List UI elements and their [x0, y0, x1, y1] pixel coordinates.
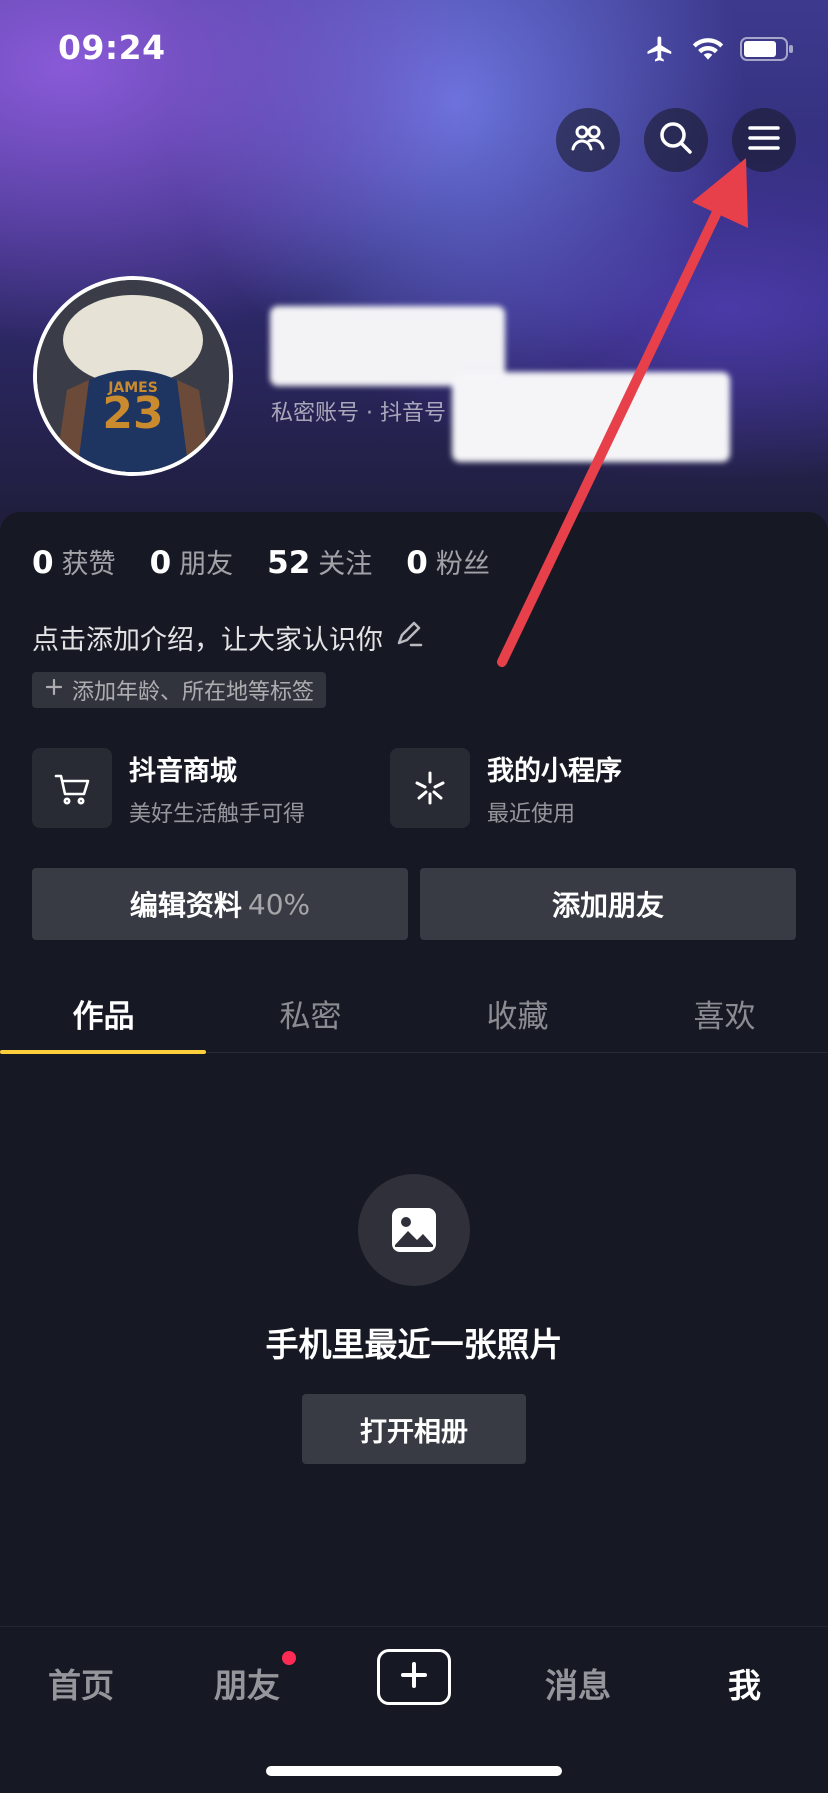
bio-text: 点击添加介绍，让大家认识你 — [32, 625, 383, 656]
battery-icon — [740, 36, 794, 66]
account-info: 私密账号 · 抖音号 — [271, 401, 446, 426]
profile-completion: 40% — [247, 887, 311, 921]
tab-works[interactable]: 作品 — [0, 962, 207, 1052]
stat-followers[interactable]: 0 粉丝 — [406, 542, 490, 581]
home-indicator — [266, 1766, 562, 1776]
nav-friends[interactable]: 朋友 — [214, 1659, 280, 1707]
stat-label: 获赞 — [61, 549, 116, 580]
status-icons — [644, 34, 794, 68]
search-button[interactable] — [644, 108, 708, 172]
notification-dot — [282, 1651, 296, 1665]
content-tabs: 作品 私密 收藏 喜欢 — [0, 962, 828, 1053]
stat-number: 0 — [32, 545, 54, 581]
feature-title: 抖音商城 — [129, 755, 237, 787]
stat-label: 关注 — [318, 549, 373, 580]
account-id-redacted — [452, 372, 730, 462]
wifi-icon — [692, 36, 724, 66]
add-tags-label: 添加年龄、所在地等标签 — [72, 680, 315, 705]
douyin-mall-entry[interactable]: 抖音商城 美好生活触手可得 — [32, 748, 305, 828]
friends-button[interactable] — [556, 108, 620, 172]
status-bar: 09:24 — [0, 0, 828, 100]
empty-state-title: 手机里最近一张照片 — [265, 1325, 563, 1364]
tab-likes[interactable]: 喜欢 — [621, 962, 828, 1052]
edit-profile-button[interactable]: 编辑资料 40% — [32, 868, 408, 940]
search-icon — [657, 119, 695, 161]
bio-edit[interactable]: 点击添加介绍，让大家认识你 — [32, 618, 425, 657]
tab-private[interactable]: 私密 — [207, 962, 414, 1052]
status-time: 09:24 — [58, 28, 166, 67]
add-friends-label: 添加朋友 — [551, 889, 664, 922]
airplane-icon — [644, 34, 676, 68]
friends-icon — [570, 120, 606, 160]
menu-button[interactable] — [732, 108, 796, 172]
plus-icon — [399, 1660, 429, 1694]
add-friends-button[interactable]: 添加朋友 — [420, 868, 796, 940]
nav-me[interactable]: 我 — [728, 1659, 761, 1707]
pencil-icon — [395, 619, 425, 656]
create-button[interactable] — [377, 1649, 451, 1705]
stat-number: 0 — [149, 545, 172, 581]
nav-home[interactable]: 首页 — [48, 1659, 114, 1707]
menu-icon — [747, 123, 781, 157]
mini-programs-entry[interactable]: 我的小程序 最近使用 — [390, 748, 622, 828]
stat-likes[interactable]: 0 获赞 — [32, 542, 116, 581]
stats-row: 0 获赞 0 朋友 52 关注 0 粉丝 — [32, 542, 490, 581]
stat-following[interactable]: 52 关注 — [267, 542, 372, 581]
stat-label: 粉丝 — [435, 549, 490, 580]
svg-text:JAMES: JAMES — [107, 380, 158, 396]
stat-friends[interactable]: 0 朋友 — [150, 542, 234, 581]
stat-number: 0 — [406, 545, 428, 581]
feature-subtitle: 最近使用 — [487, 801, 576, 827]
add-tags-chip[interactable]: 添加年龄、所在地等标签 — [32, 672, 327, 708]
mini-program-icon — [390, 748, 470, 828]
image-icon — [358, 1174, 470, 1286]
feature-title: 我的小程序 — [487, 755, 622, 787]
cart-icon — [32, 748, 112, 828]
stat-number: 52 — [267, 545, 311, 581]
active-tab-indicator — [0, 1050, 206, 1054]
avatar[interactable]: 23 JAMES — [33, 276, 233, 476]
edit-profile-label: 编辑资料 — [129, 889, 242, 922]
tab-favorites[interactable]: 收藏 — [414, 962, 621, 1052]
open-album-button[interactable]: 打开相册 — [302, 1394, 526, 1464]
feature-subtitle: 美好生活触手可得 — [129, 801, 306, 827]
profile-content: 0 获赞 0 朋友 52 关注 0 粉丝 点击添加介绍，让大家认识你 添加年龄、… — [0, 512, 828, 1626]
plus-icon — [44, 677, 64, 703]
stat-label: 朋友 — [179, 549, 234, 580]
nav-messages[interactable]: 消息 — [545, 1659, 611, 1707]
avatar-image: 23 JAMES — [37, 280, 229, 472]
